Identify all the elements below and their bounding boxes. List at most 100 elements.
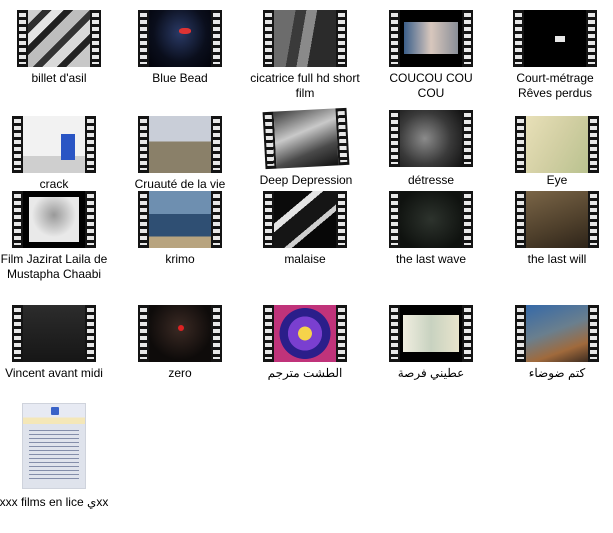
file-item-vincent-avant-midi[interactable]: Vincent avant midi: [0, 305, 114, 381]
video-thumbnail[interactable]: [263, 10, 347, 67]
file-name[interactable]: Cruauté de la vie: [120, 177, 240, 192]
film-strip-icon: [336, 305, 347, 362]
video-thumbnail[interactable]: [515, 305, 599, 362]
video-thumbnail[interactable]: [263, 305, 347, 362]
film-strip-icon: [90, 10, 101, 67]
video-thumbnail[interactable]: [389, 305, 473, 362]
video-thumbnail[interactable]: [17, 10, 101, 67]
film-strip-icon: [211, 305, 222, 362]
file-name[interactable]: billet d'asil: [0, 71, 119, 86]
file-item-billet-dasil[interactable]: billet d'asil: [0, 10, 119, 86]
film-strip-icon: [515, 116, 526, 173]
file-item-eye[interactable]: Eye: [497, 116, 613, 188]
file-name[interactable]: Eye: [497, 173, 613, 188]
file-name[interactable]: الطشت مترجم: [245, 366, 365, 381]
file-item-last-will[interactable]: the last will: [497, 191, 613, 267]
video-thumbnail[interactable]: [389, 110, 473, 167]
file-name[interactable]: Vincent avant midi: [0, 366, 114, 381]
video-thumbnail[interactable]: [513, 10, 597, 67]
file-name[interactable]: cicatrice full hd short film: [245, 71, 365, 101]
film-strip-icon: [12, 116, 23, 173]
file-item-zero[interactable]: zero: [120, 305, 240, 381]
video-thumbnail[interactable]: [389, 10, 473, 67]
film-strip-icon: [462, 191, 473, 248]
film-strip-icon: [515, 305, 526, 362]
film-strip-icon: [85, 191, 96, 248]
file-name[interactable]: crack: [0, 177, 114, 192]
file-item-malaise[interactable]: malaise: [245, 191, 365, 267]
film-strip-icon: [12, 191, 23, 248]
file-item-blue-bead[interactable]: Blue Bead: [120, 10, 240, 86]
film-strip-icon: [263, 10, 274, 67]
film-strip-icon: [211, 10, 222, 67]
film-strip-icon: [138, 10, 149, 67]
film-strip-icon: [138, 191, 149, 248]
file-item-tasht-mutarjam[interactable]: الطشت مترجم: [245, 305, 365, 381]
file-item-last-wave[interactable]: the last wave: [371, 191, 491, 267]
film-strip-icon: [211, 116, 222, 173]
film-strip-icon: [389, 110, 400, 167]
file-name[interactable]: krimo: [120, 252, 240, 267]
file-name[interactable]: عطيني فرصة: [371, 366, 491, 381]
video-thumbnail[interactable]: [12, 191, 96, 248]
file-item-crack[interactable]: crack: [0, 116, 114, 192]
video-thumbnail[interactable]: [389, 191, 473, 248]
file-item-deep-depression[interactable]: Deep Depression: [246, 107, 366, 188]
file-name[interactable]: malaise: [245, 252, 365, 267]
video-thumbnail[interactable]: [262, 107, 350, 170]
file-name[interactable]: Blue Bead: [120, 71, 240, 86]
film-strip-icon: [389, 305, 400, 362]
file-name[interactable]: Court-métrage Rêves perdus: [495, 71, 613, 101]
file-name[interactable]: zero: [120, 366, 240, 381]
file-name[interactable]: the last wave: [371, 252, 491, 267]
file-item-jazirat-laila[interactable]: Film Jazirat Laila de Mustapha Chaabi: [0, 191, 114, 282]
file-name[interactable]: xxx films en lice يxx: [0, 495, 114, 510]
file-item-cruaute[interactable]: Cruauté de la vie: [120, 116, 240, 192]
film-strip-icon: [588, 191, 599, 248]
film-strip-icon: [513, 10, 524, 67]
film-strip-icon: [586, 10, 597, 67]
file-name[interactable]: the last will: [497, 252, 613, 267]
film-strip-icon: [462, 305, 473, 362]
film-strip-icon: [336, 10, 347, 67]
file-name[interactable]: كتم ضوضاء: [497, 366, 613, 381]
film-strip-icon: [85, 116, 96, 173]
file-item-atini-fursa[interactable]: عطيني فرصة: [371, 305, 491, 381]
film-strip-icon: [389, 191, 400, 248]
film-strip-icon: [588, 116, 599, 173]
file-item-cicatrice[interactable]: cicatrice full hd short film: [245, 10, 365, 101]
video-thumbnail[interactable]: [138, 191, 222, 248]
film-strip-icon: [336, 191, 347, 248]
file-name[interactable]: Deep Depression: [246, 173, 366, 188]
video-thumbnail[interactable]: [263, 191, 347, 248]
file-item-films-en-lice[interactable]: xxx films en lice يxx: [0, 403, 114, 510]
film-strip-icon: [462, 10, 473, 67]
video-thumbnail[interactable]: [515, 191, 599, 248]
file-item-detresse[interactable]: détresse: [371, 110, 491, 188]
film-strip-icon: [462, 110, 473, 167]
video-thumbnail[interactable]: [515, 116, 599, 173]
film-strip-icon: [12, 305, 23, 362]
file-item-court-metrage[interactable]: Court-métrage Rêves perdus: [495, 10, 613, 101]
file-item-krimo[interactable]: krimo: [120, 191, 240, 267]
film-strip-icon: [17, 10, 28, 67]
file-name[interactable]: Film Jazirat Laila de Mustapha Chaabi: [0, 252, 114, 282]
film-strip-icon: [263, 305, 274, 362]
video-thumbnail[interactable]: [138, 10, 222, 67]
video-thumbnail[interactable]: [138, 305, 222, 362]
image-thumbnail[interactable]: [22, 403, 86, 489]
film-strip-icon: [138, 305, 149, 362]
file-name[interactable]: COUCOU COU COU: [371, 71, 491, 101]
file-item-katm-dawdaa[interactable]: كتم ضوضاء: [497, 305, 613, 381]
file-name[interactable]: détresse: [371, 173, 491, 188]
film-strip-icon: [389, 10, 400, 67]
file-item-coucou[interactable]: COUCOU COU COU: [371, 10, 491, 101]
video-thumbnail[interactable]: [12, 305, 96, 362]
film-strip-icon: [588, 305, 599, 362]
video-thumbnail[interactable]: [12, 116, 96, 173]
video-thumbnail[interactable]: [138, 116, 222, 173]
film-strip-icon: [515, 191, 526, 248]
film-strip-icon: [211, 191, 222, 248]
film-strip-icon: [263, 191, 274, 248]
film-strip-icon: [85, 305, 96, 362]
